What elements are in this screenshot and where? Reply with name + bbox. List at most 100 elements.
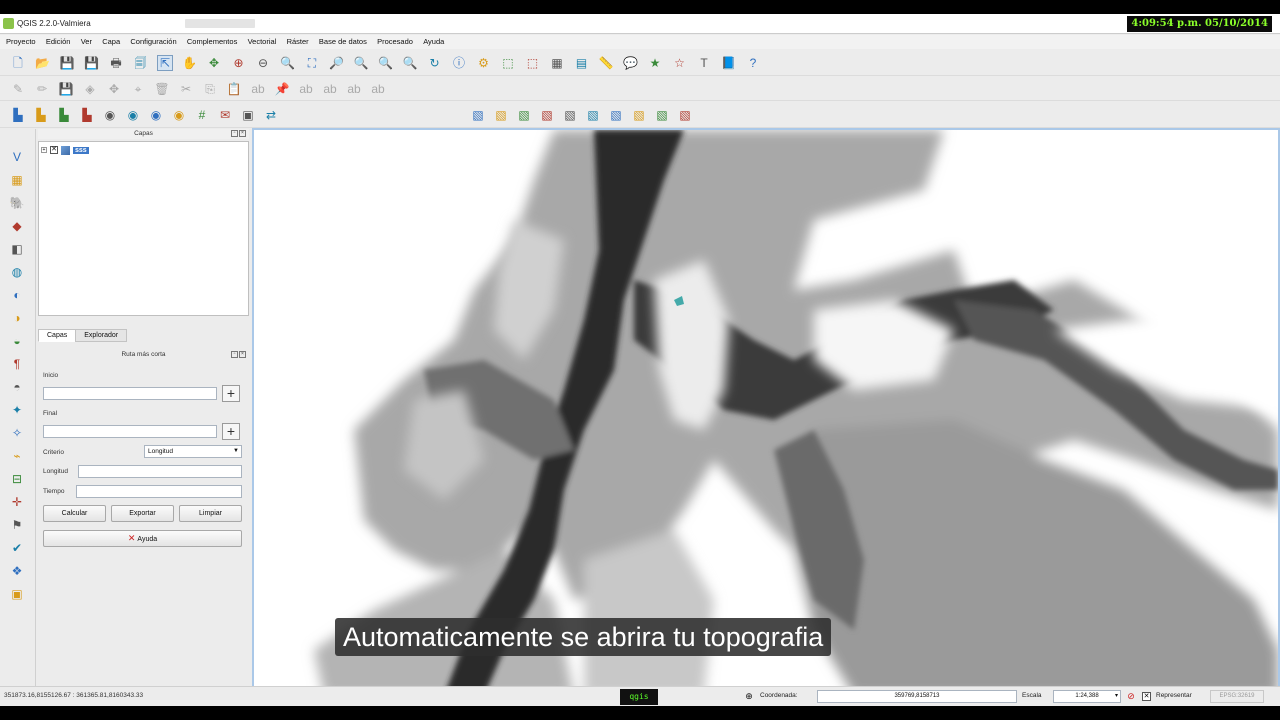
export-button[interactable]: Exportar [111,505,174,522]
node-tool-icon[interactable]: ⌖ [130,81,146,97]
measure-icon[interactable]: 📏 [598,55,614,71]
toggle-edit-icon[interactable]: ✏ [34,81,50,97]
text-annotation-icon[interactable]: T [696,55,712,71]
georef-icon[interactable]: ◉ [171,107,187,123]
menu-raster[interactable]: Ráster [283,35,313,49]
close-icon[interactable]: × [239,351,246,358]
close-icon[interactable]: × [239,130,246,137]
delete-selected-icon[interactable]: 🗑 [154,81,170,97]
add-virtual-layer-icon[interactable]: ◓ [9,379,25,395]
pan-icon[interactable]: ✋ [182,55,198,71]
pan-map-icon[interactable]: ⇱ [157,55,173,71]
label-tool-icon[interactable]: ab [250,81,266,97]
road-graph-icon[interactable]: ⚑ [9,517,25,533]
zoom-full-icon[interactable]: ⛶ [304,55,320,71]
bookmark-icon[interactable]: ★ [647,55,663,71]
new-gpx-icon[interactable]: ⌁ [9,448,25,464]
digitize-icon[interactable]: ▧ [677,107,693,123]
digitize-icon[interactable]: ▧ [539,107,555,123]
pan-to-selection-icon[interactable]: ✥ [206,55,222,71]
georef-icon[interactable]: ◉ [148,107,164,123]
toggle-extents-icon[interactable]: ⊕ [743,690,755,702]
add-wfs-layer-icon[interactable]: ◒ [9,333,25,349]
georef-icon[interactable]: ◉ [125,107,141,123]
menu-base-de-datos[interactable]: Base de datos [315,35,371,49]
digitize-icon[interactable]: ▧ [516,107,532,123]
map-canvas[interactable] [252,128,1280,698]
render-checkbox[interactable]: ✕ [1142,692,1151,701]
composer-manager-icon[interactable]: 🗐 [133,55,149,71]
whats-this-icon[interactable]: ? [745,55,761,71]
raster-tool-icon[interactable]: ▙ [56,107,72,123]
new-shapefile-icon[interactable]: ✦ [9,402,25,418]
layer-name[interactable]: sss [73,146,89,154]
scale-field[interactable]: 1:24,388 ▾ [1053,690,1121,703]
cut-icon[interactable]: ✂ [178,81,194,97]
move-feature-icon[interactable]: ✥ [106,81,122,97]
menu-complementos[interactable]: Complementos [183,35,241,49]
change-label-icon[interactable]: ab [370,81,386,97]
add-mssql-layer-icon[interactable]: ◧ [9,241,25,257]
remove-layer-icon[interactable]: ⊟ [9,471,25,487]
tab-explorador[interactable]: Explorador [75,329,128,342]
add-feature-icon[interactable]: ◈ [82,81,98,97]
raster-tool-icon[interactable]: ▙ [79,107,95,123]
show-bookmarks-icon[interactable]: ☆ [672,55,688,71]
raster-tool-icon[interactable]: ▙ [10,107,26,123]
copy-icon[interactable]: ⎘ [202,81,218,97]
zoom-to-selection-icon[interactable]: 🔎 [329,55,345,71]
new-project-icon[interactable]: 🗋 [10,55,26,71]
run-action-icon[interactable]: ⚙ [476,55,492,71]
oracle-spatial-icon[interactable]: ❖ [9,563,25,579]
geometry-checker-icon[interactable]: ✔ [9,540,25,556]
refresh-icon[interactable]: ↻ [427,55,443,71]
menu-procesado[interactable]: Procesado [373,35,417,49]
save-edits-icon[interactable]: 💾 [58,81,74,97]
digitize-icon[interactable]: ▧ [585,107,601,123]
zoom-next-icon[interactable]: 🔍 [402,55,418,71]
add-oracle-layer-icon[interactable]: ◍ [9,264,25,280]
zoom-out-icon[interactable]: ⊖ [255,55,271,71]
zoom-last-icon[interactable]: 🔍 [378,55,394,71]
criterion-select[interactable]: Longitud ▼ [144,445,242,458]
digitize-icon[interactable]: ▧ [654,107,670,123]
map-tips-icon[interactable]: 💬 [623,55,639,71]
menu-ver[interactable]: Ver [77,35,96,49]
gps-tool-icon[interactable]: ✛ [9,494,25,510]
menu-configuracion[interactable]: Configuración [126,35,180,49]
open-project-icon[interactable]: 📂 [35,55,51,71]
identify-icon[interactable]: ⓘ [451,55,467,71]
start-point-input[interactable] [43,387,217,400]
layer-tree[interactable]: + ✕ sss [38,141,249,316]
undock-icon[interactable]: ▫ [231,351,238,358]
field-calc-icon[interactable]: ▤ [574,55,590,71]
help-button[interactable]: ✕ Ayuda [43,530,242,547]
pick-start-button[interactable]: + [222,385,240,402]
sql-icon[interactable]: ▣ [9,586,25,602]
add-spatialite-layer-icon[interactable]: ◆ [9,218,25,234]
digitize-icon[interactable]: ▧ [562,107,578,123]
layer-row[interactable]: + ✕ sss [41,145,89,155]
new-spatialite-icon[interactable]: ✧ [9,425,25,441]
menu-proyecto[interactable]: Proyecto [0,35,40,49]
select-icon[interactable]: ⬚ [500,55,516,71]
digitize-icon[interactable]: ▧ [631,107,647,123]
save-project-icon[interactable]: 💾 [59,55,75,71]
add-wcs-layer-icon[interactable]: ◑ [9,310,25,326]
georef-icon[interactable]: ◉ [102,107,118,123]
route-icon[interactable]: ⇄ [263,107,279,123]
add-vector-layer-icon[interactable]: V [9,149,25,165]
save-as-icon[interactable]: 💾 [84,55,100,71]
menu-capa[interactable]: Capa [98,35,124,49]
pick-end-button[interactable]: + [222,423,240,440]
menu-edicion[interactable]: Edición [42,35,75,49]
coordinate-field[interactable]: 359769,8158713 [817,690,1017,703]
deselect-icon[interactable]: ⬚ [525,55,541,71]
gps-icon[interactable]: ▣ [240,107,256,123]
annotation-icon[interactable]: ✉ [217,107,233,123]
digitize-icon[interactable]: ▧ [470,107,486,123]
pin-label-icon[interactable]: 📌 [274,81,290,97]
undock-icon[interactable]: ▫ [231,130,238,137]
menu-vectorial[interactable]: Vectorial [244,35,281,49]
expand-icon[interactable]: + [41,147,47,153]
